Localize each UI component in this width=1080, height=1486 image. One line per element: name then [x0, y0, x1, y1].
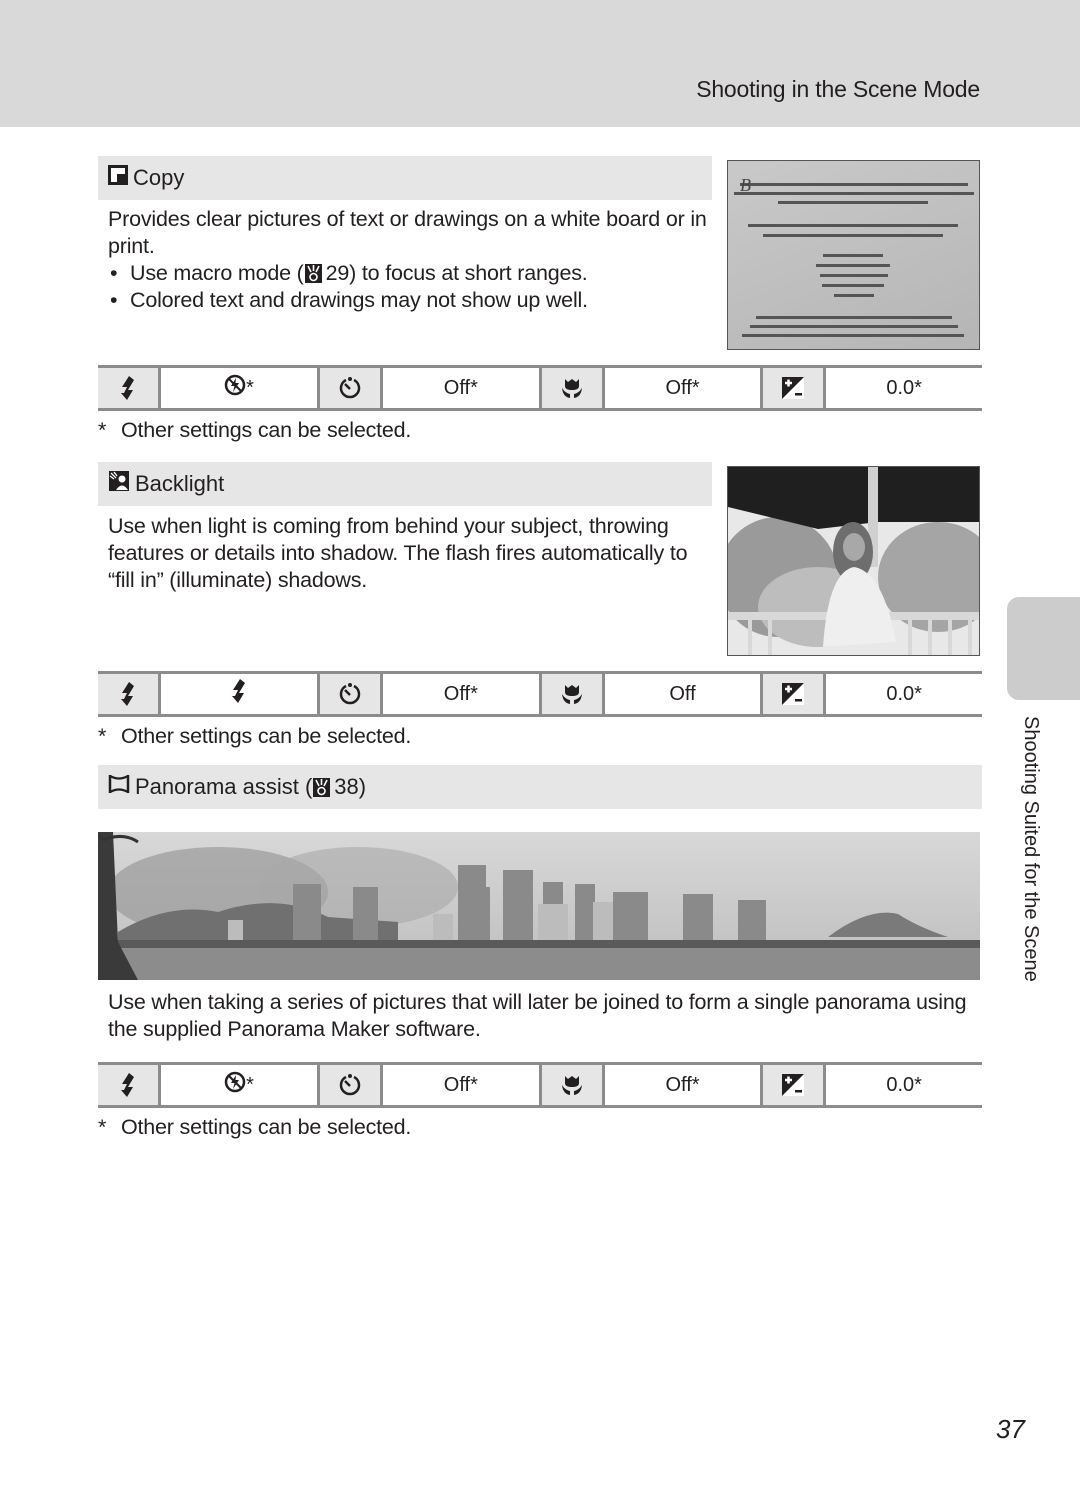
self-timer-value: Off* — [383, 674, 539, 714]
flash-mode-icon — [98, 1065, 158, 1105]
self-timer-icon — [320, 1065, 380, 1105]
section-title: Panorama assist ( — [135, 774, 313, 799]
reference-icon — [313, 777, 331, 797]
exposure-value: 0.0* — [826, 674, 983, 714]
backlight-example-photo — [727, 466, 980, 656]
section-description: Use when taking a series of pictures tha… — [108, 990, 967, 1041]
section-description: Provides clear pictures of text or drawi… — [108, 207, 707, 258]
bullet-list: Use macro mode (29) to focus at short ra… — [108, 260, 708, 314]
section-header-panorama: Panorama assist ( 38) — [98, 765, 982, 809]
settings-table-panorama: * Off* Off* 0.0* — [98, 1062, 983, 1108]
section-title: Backlight — [135, 471, 225, 496]
macro-value: Off* — [604, 368, 761, 408]
self-timer-icon — [320, 674, 380, 714]
exposure-compensation-icon — [763, 368, 824, 408]
bullet-item: Colored text and drawings may not show u… — [108, 287, 708, 314]
settings-table-backlight: Off* Off 0.0* — [98, 671, 983, 717]
bullet-item: Use macro mode (29) to focus at short ra… — [108, 260, 708, 287]
exposure-compensation-icon — [763, 674, 824, 714]
page-reference-link[interactable]: 29 — [326, 261, 350, 285]
macro-value: Off* — [604, 1065, 761, 1105]
self-timer-icon — [320, 368, 380, 408]
copy-mode-icon — [108, 165, 128, 191]
macro-value: Off — [604, 674, 761, 714]
macro-icon — [541, 1065, 602, 1105]
header-band — [0, 0, 1080, 127]
page-header-title: Shooting in the Scene Mode — [696, 76, 980, 102]
settings-table-copy: * Off* Off* 0.0* — [98, 365, 983, 411]
section-description: Use when light is coming from behind you… — [108, 514, 688, 592]
exposure-value: 0.0* — [826, 368, 983, 408]
exposure-value: 0.0* — [826, 1065, 983, 1105]
svg-text:B: B — [740, 175, 751, 195]
flash-off-icon — [224, 1071, 246, 1099]
panorama-assist-icon — [108, 774, 130, 800]
flash-value: * — [161, 368, 317, 408]
flash-fill-icon — [231, 679, 247, 709]
reference-icon — [304, 264, 322, 283]
section-title: Copy — [133, 165, 185, 190]
backlight-mode-icon — [108, 470, 130, 498]
page-reference-link[interactable]: 38) — [334, 774, 366, 800]
self-timer-value: Off* — [383, 1065, 539, 1105]
panorama-example-photo — [98, 832, 980, 980]
flash-value — [161, 674, 317, 714]
page-number: 37 — [996, 1414, 1025, 1444]
macro-icon — [541, 368, 602, 408]
chapter-side-tab[interactable] — [1007, 597, 1080, 700]
flash-off-icon — [224, 374, 246, 402]
footnote: * Other settings can be selected. — [98, 724, 412, 748]
flash-mode-icon — [98, 674, 158, 714]
chapter-side-label: Shooting Suited for the Scene — [1020, 716, 1042, 982]
section-header-backlight: Backlight — [98, 462, 712, 506]
flash-value: * — [161, 1065, 317, 1105]
footnote: * Other settings can be selected. — [98, 1115, 412, 1139]
macro-icon — [541, 674, 602, 714]
copy-example-photo: B — [727, 160, 980, 350]
exposure-compensation-icon — [763, 1065, 824, 1105]
footnote: * Other settings can be selected. — [98, 418, 412, 442]
flash-mode-icon — [98, 368, 158, 408]
section-header-copy: Copy — [98, 156, 712, 200]
self-timer-value: Off* — [383, 368, 539, 408]
